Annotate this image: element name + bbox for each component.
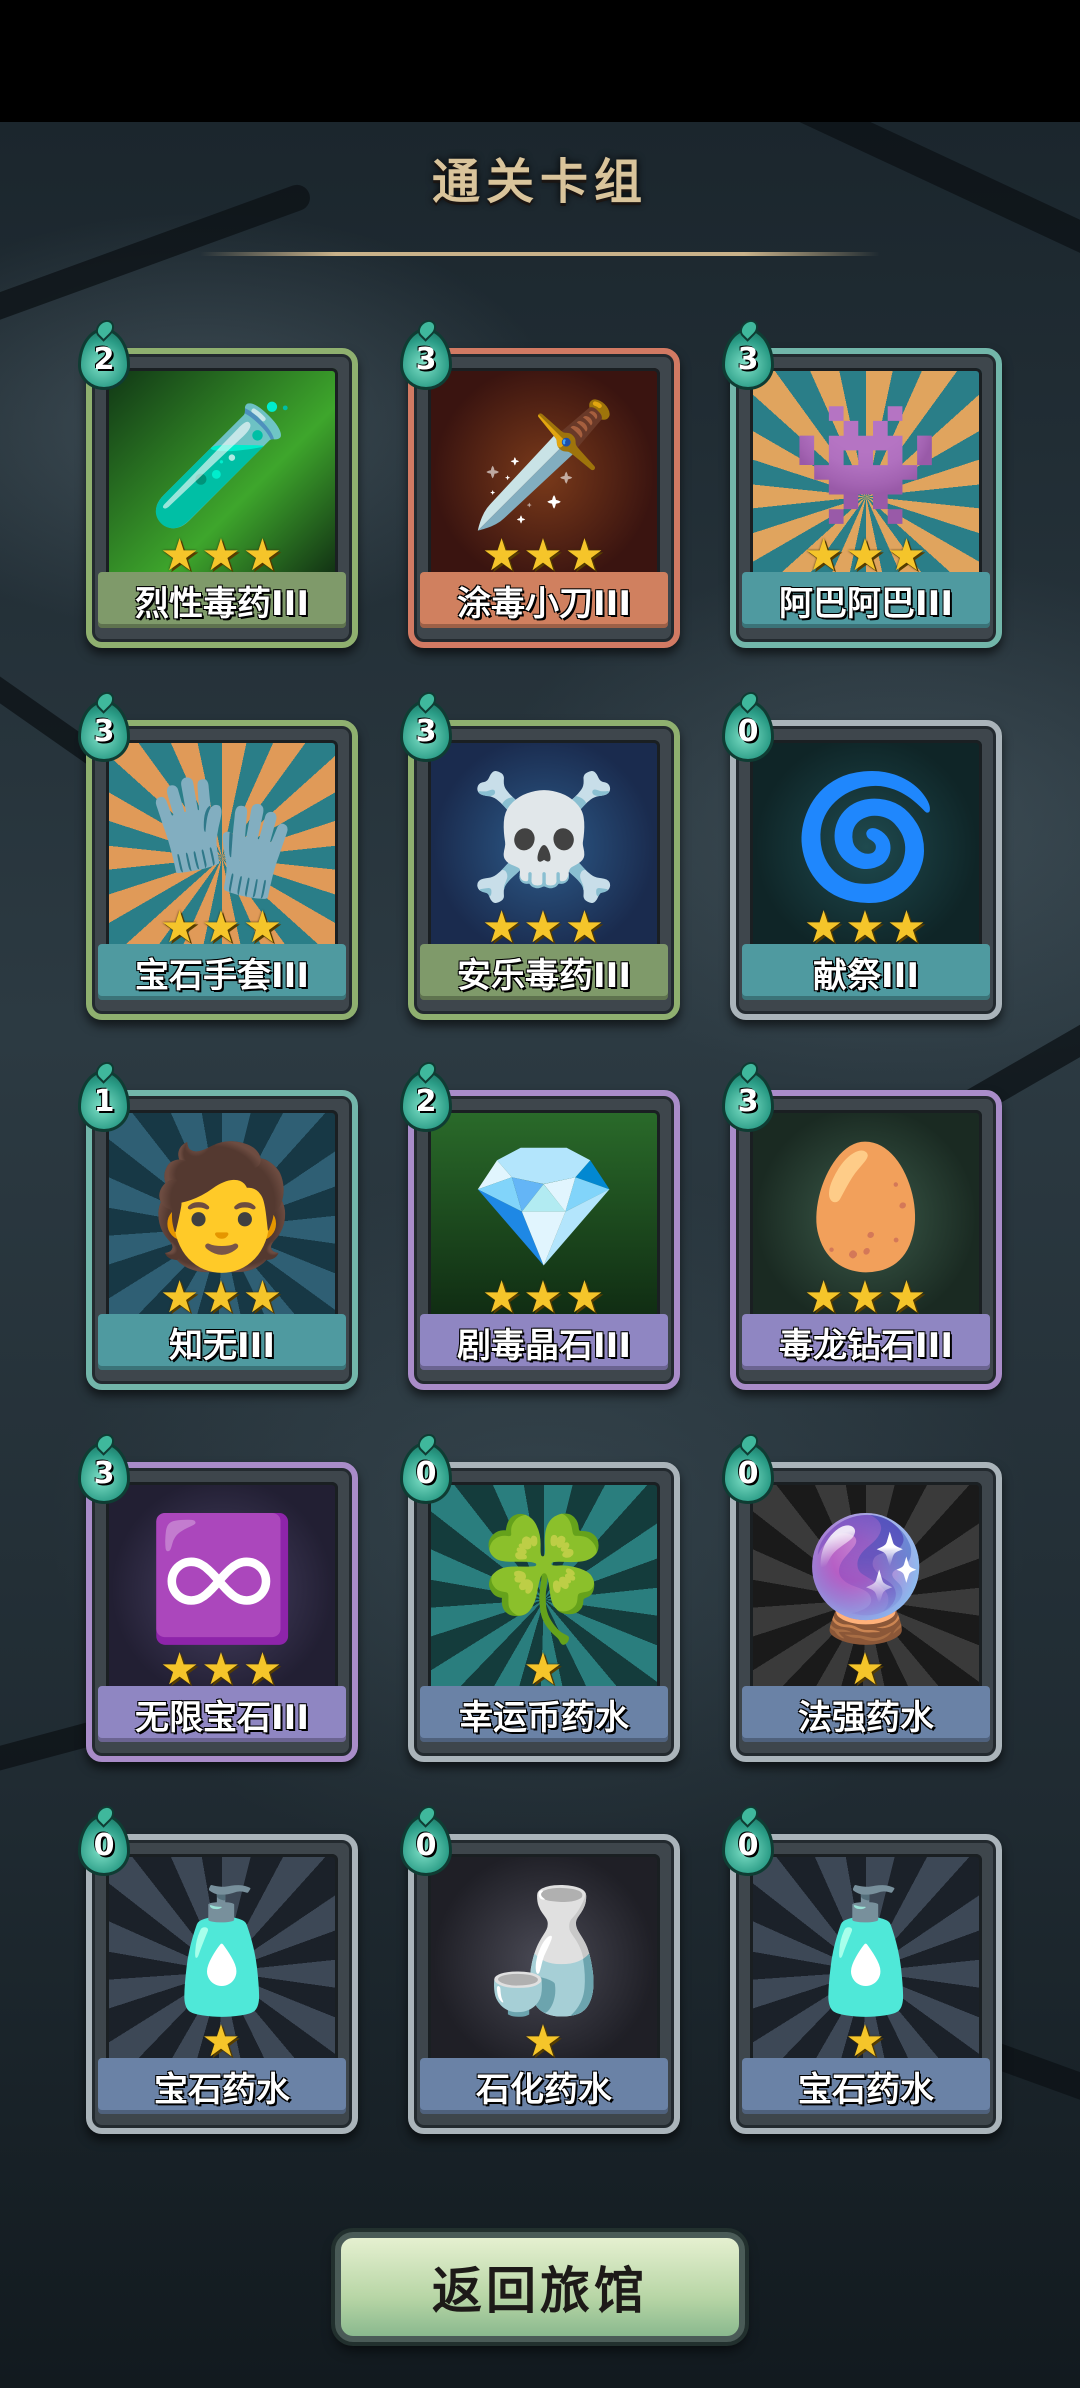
magic-potion-icon: 🔮 — [791, 1510, 941, 1650]
mana-cost-badge: 3 — [400, 700, 452, 762]
poison-dagger-icon: 🗡️ — [469, 396, 619, 536]
card-name: 烈性毒药III — [98, 572, 346, 628]
mana-cost-badge: 3 — [78, 1442, 130, 1504]
card-name: 幸运币药水 — [420, 1686, 668, 1742]
card-name: 宝石药水 — [742, 2058, 990, 2114]
card-name: 阿巴阿巴III — [742, 572, 990, 628]
dragon-diamond-icon: 🥚 — [791, 1138, 941, 1278]
mana-cost-badge: 3 — [722, 1070, 774, 1132]
deck-card[interactable]: 🧴 ★ 宝石药水 0 — [78, 1814, 358, 2134]
mana-cost-badge: 0 — [78, 1814, 130, 1876]
gem-potion-icon: 🧴 — [147, 1882, 297, 2022]
sacrifice-icon: 🌀 — [791, 768, 941, 908]
deck-card[interactable]: 🔮 ★ 法强药水 0 — [722, 1442, 1002, 1762]
poison-arm-icon: 🧪 — [147, 396, 297, 536]
gem-potion-icon: 🧴 — [791, 1882, 941, 2022]
mana-cost-badge: 1 — [78, 1070, 130, 1132]
poison-flask-icon: ☠️ — [469, 768, 619, 908]
deck-card[interactable]: ☠️ ★★★ 安乐毒药III 3 — [400, 700, 680, 1020]
card-name: 毒龙钻石III — [742, 1314, 990, 1370]
deck-card[interactable]: 🍶 ★ 石化药水 0 — [400, 1814, 680, 2134]
deck-card[interactable]: ♾️ ★★★ 无限宝石III 3 — [78, 1442, 358, 1762]
luck-potion-icon: 🍀 — [469, 1510, 619, 1650]
mana-cost-badge: 0 — [722, 1442, 774, 1504]
hero-portrait-icon: 🧑 — [147, 1138, 297, 1278]
card-name: 宝石手套III — [98, 944, 346, 1000]
deck-card[interactable]: 👾 ★★★ 阿巴阿巴III 3 — [722, 328, 1002, 648]
card-name: 法强药水 — [742, 1686, 990, 1742]
deck-card[interactable]: 🌀 ★★★ 献祭III 0 — [722, 700, 1002, 1020]
gem-gauntlet-icon: 🧤 — [147, 768, 297, 908]
deck-card[interactable]: 🥚 ★★★ 毒龙钻石III 3 — [722, 1070, 1002, 1390]
mana-cost-badge: 0 — [722, 700, 774, 762]
mana-cost-badge: 0 — [400, 1814, 452, 1876]
poison-crystal-icon: 💎 — [469, 1138, 619, 1278]
deck-card[interactable]: 🧤 ★★★ 宝石手套III 3 — [78, 700, 358, 1020]
mana-cost-badge: 3 — [400, 328, 452, 390]
card-name: 涂毒小刀III — [420, 572, 668, 628]
mana-cost-badge: 0 — [722, 1814, 774, 1876]
card-name: 剧毒晶石III — [420, 1314, 668, 1370]
deck-card[interactable]: 🍀 ★ 幸运币药水 0 — [400, 1442, 680, 1762]
card-name: 石化药水 — [420, 2058, 668, 2114]
petrify-potion-icon: 🍶 — [469, 1882, 619, 2022]
mana-cost-badge: 3 — [722, 328, 774, 390]
infinity-gem-icon: ♾️ — [147, 1510, 297, 1650]
card-name: 宝石药水 — [98, 2058, 346, 2114]
card-name: 无限宝石III — [98, 1686, 346, 1742]
mana-cost-badge: 0 — [400, 1442, 452, 1504]
deck-card[interactable]: 🧪 ★★★ 烈性毒药III 2 — [78, 328, 358, 648]
deck-card[interactable]: 🧑 ★★★ 知无III 1 — [78, 1070, 358, 1390]
card-grid: 🧪 ★★★ 烈性毒药III 2 🗡️ ★★★ 涂毒小刀III 3 👾 ★★★ 阿巴阿巴III 3 🧤 ★★… — [0, 0, 1080, 2388]
mana-cost-badge: 2 — [78, 328, 130, 390]
card-name: 献祭III — [742, 944, 990, 1000]
card-name: 知无III — [98, 1314, 346, 1370]
deck-card[interactable]: 🗡️ ★★★ 涂毒小刀III 3 — [400, 328, 680, 648]
deck-card[interactable]: 💎 ★★★ 剧毒晶石III 2 — [400, 1070, 680, 1390]
deck-card[interactable]: 🧴 ★ 宝石药水 0 — [722, 1814, 1002, 2134]
mana-cost-badge: 2 — [400, 1070, 452, 1132]
mana-cost-badge: 3 — [78, 700, 130, 762]
return-to-tavern-button[interactable]: 返回旅馆 — [335, 2232, 745, 2342]
shadow-creature-icon: 👾 — [791, 396, 941, 536]
card-name: 安乐毒药III — [420, 944, 668, 1000]
